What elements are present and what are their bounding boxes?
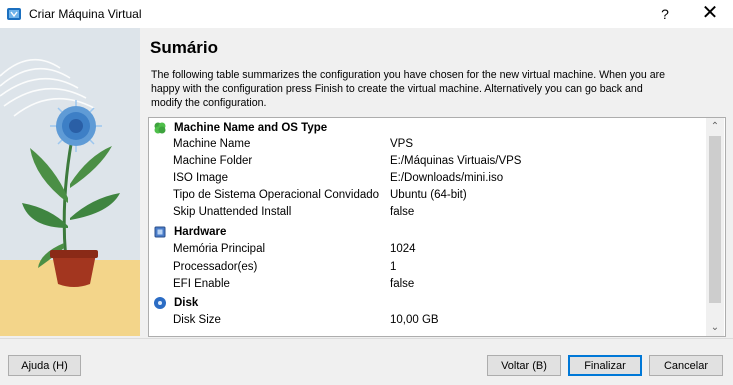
row-value: E:/Máquinas Virtuais/VPS	[390, 155, 522, 167]
disk-icon	[154, 297, 166, 309]
section-label: Disk	[174, 297, 199, 309]
help-icon[interactable]: ?	[655, 4, 675, 24]
table-row: ISO Image E:/Downloads/mini.iso	[149, 171, 707, 188]
chip-icon	[154, 226, 166, 238]
table-row: EFI Enable false	[149, 277, 707, 294]
table-row: Machine Folder E:/Máquinas Virtuais/VPS	[149, 154, 707, 171]
window-title: Criar Máquina Virtual	[29, 7, 142, 21]
row-value: VPS	[390, 138, 414, 150]
scroll-down-icon[interactable]: ⌄	[706, 319, 724, 336]
row-value: 10,00 GB	[390, 314, 439, 326]
summary-table[interactable]: Machine Name and OS Type Machine Name VP…	[148, 117, 726, 337]
vertical-scrollbar[interactable]: ⌃ ⌄	[706, 118, 724, 336]
row-value: 1024	[390, 243, 416, 255]
row-key: Processador(es)	[173, 261, 258, 273]
table-row: Memória Principal 1024	[149, 242, 707, 259]
scrollbar-thumb[interactable]	[709, 136, 721, 303]
table-row: Skip Unattended Install false	[149, 205, 707, 222]
row-key: Tipo de Sistema Operacional Convidado	[173, 189, 380, 201]
section-label: Machine Name and OS Type	[174, 122, 328, 134]
row-key: EFI Enable	[173, 278, 230, 290]
row-value: false	[390, 278, 415, 290]
back-button[interactable]: Voltar (B)	[487, 355, 561, 376]
row-key: Disk Size	[173, 314, 221, 326]
os-type-icon	[154, 122, 166, 134]
section-label: Hardware	[174, 226, 227, 238]
section-header-disk: Disk	[149, 295, 707, 312]
finish-button[interactable]: Finalizar	[568, 355, 642, 376]
title-bar: Criar Máquina Virtual ? ✕	[0, 0, 733, 28]
cancel-button[interactable]: Cancelar	[649, 355, 723, 376]
row-key: Machine Name	[173, 138, 251, 150]
row-key: Memória Principal	[173, 243, 266, 255]
row-key: Machine Folder	[173, 155, 253, 167]
scroll-up-icon[interactable]: ⌃	[706, 118, 724, 135]
section-header-hardware: Hardware	[149, 224, 707, 241]
footer-divider	[0, 338, 733, 339]
row-key: Skip Unattended Install	[173, 206, 292, 218]
row-value: Ubuntu (64-bit)	[390, 189, 467, 201]
close-icon[interactable]: ✕	[700, 3, 720, 23]
table-row: Machine Name VPS	[149, 137, 707, 154]
wizard-flower-illustration	[0, 28, 140, 336]
table-row: Processador(es) 1	[149, 260, 707, 277]
page-description: The following table summarizes the confi…	[151, 69, 666, 109]
row-value: 1	[390, 261, 397, 273]
virtualbox-app-icon	[7, 8, 21, 20]
table-row: Tipo de Sistema Operacional Convidado Ub…	[149, 188, 707, 205]
row-key: ISO Image	[173, 172, 228, 184]
section-header-os: Machine Name and OS Type	[149, 120, 707, 137]
row-value: E:/Downloads/mini.iso	[390, 172, 504, 184]
row-value: false	[390, 206, 415, 218]
table-row: Disk Size 10,00 GB	[149, 313, 707, 330]
page-title: Sumário	[150, 38, 219, 57]
help-button[interactable]: Ajuda (H)	[8, 355, 81, 376]
